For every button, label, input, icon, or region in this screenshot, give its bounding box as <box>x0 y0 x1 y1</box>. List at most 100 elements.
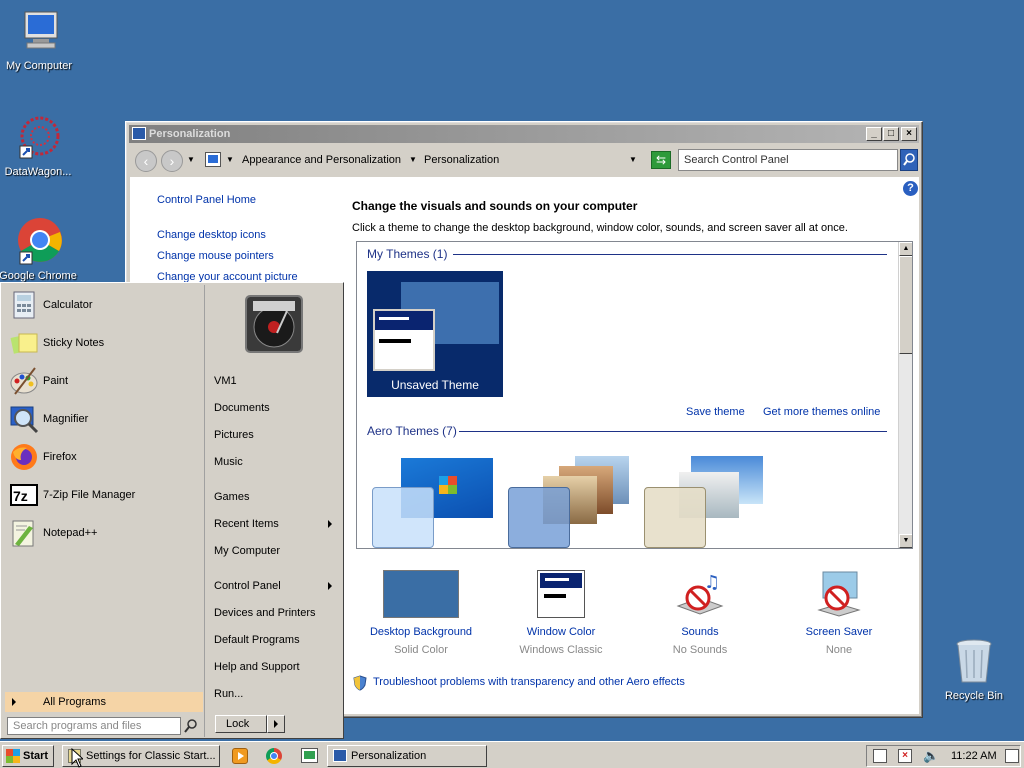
quick-launch-chrome-icon[interactable] <box>266 748 282 764</box>
scroll-down-button[interactable]: ▼ <box>899 534 912 548</box>
maximize-button[interactable]: □ <box>883 127 899 141</box>
sidebar-link-mouse-pointers[interactable]: Change mouse pointers <box>157 250 274 262</box>
task-settings-classic-start[interactable]: Settings for Classic Start... <box>62 745 220 767</box>
start-menu-places: VM1 Documents Pictures Music Games Recen… <box>207 285 343 737</box>
submenu-arrow-icon <box>328 582 332 590</box>
places-games[interactable]: Games <box>214 491 338 503</box>
control-panel-icon <box>132 127 146 140</box>
7zip-icon: 7z <box>9 480 39 510</box>
volume-tray-icon[interactable]: 🔈 <box>923 748 939 764</box>
window-titlebar[interactable]: Personalization _ □ × <box>129 125 919 143</box>
scroll-up-button[interactable]: ▲ <box>899 242 912 256</box>
places-recent-items[interactable]: Recent Items <box>214 518 338 530</box>
notification-tray-icon[interactable] <box>1005 749 1019 763</box>
desktop-icon-google-chrome[interactable]: Google Chrome <box>0 218 83 282</box>
lock-options-button[interactable] <box>267 715 285 733</box>
theme-unsaved[interactable]: Unsaved Theme <box>367 271 503 397</box>
sidebar-link-desktop-icons[interactable]: Change desktop icons <box>157 229 266 241</box>
shield-icon <box>352 675 368 694</box>
places-documents[interactable]: Documents <box>214 402 338 414</box>
program-label: Sticky Notes <box>43 337 105 349</box>
window-title: Personalization <box>149 128 231 140</box>
address-dropdown-icon[interactable]: ▼ <box>629 155 637 164</box>
program-firefox[interactable]: Firefox <box>7 439 203 475</box>
theme-aero-windows7[interactable] <box>371 452 497 548</box>
screen-saver-title[interactable]: Screen Saver <box>779 626 899 638</box>
recycle-bin-icon <box>950 638 998 686</box>
places-run[interactable]: Run... <box>214 688 338 700</box>
desktop-icon-recycle-bin[interactable]: Recycle Bin <box>929 638 1019 702</box>
scroll-thumb[interactable] <box>899 256 912 354</box>
search-input[interactable]: Search Control Panel <box>678 149 898 171</box>
program-sticky-notes[interactable]: Sticky Notes <box>7 325 203 361</box>
start-search-input[interactable]: Search programs and files <box>7 717 181 735</box>
places-my-computer[interactable]: My Computer <box>214 545 338 557</box>
get-more-themes-link[interactable]: Get more themes online <box>763 406 880 418</box>
address-field[interactable]: ▼ Appearance and Personalization ▼ Perso… <box>201 149 643 171</box>
places-default-programs[interactable]: Default Programs <box>214 634 338 646</box>
help-icon[interactable]: ? <box>903 181 918 196</box>
sounds-title[interactable]: Sounds <box>640 626 760 638</box>
theme-aero-architecture[interactable] <box>507 452 633 548</box>
close-button[interactable]: × <box>901 127 917 141</box>
breadcrumb-personalization[interactable]: Personalization <box>424 154 499 166</box>
sticky-notes-icon <box>9 328 39 358</box>
notepad-plus-plus-icon <box>9 518 39 548</box>
start-label: Start <box>23 750 49 762</box>
desktop-background-item[interactable]: Desktop Background Solid Color <box>361 570 481 656</box>
main-heading: Change the visuals and sounds on your co… <box>352 199 638 213</box>
themes-scrollbar[interactable]: ▲ ▼ <box>898 242 912 548</box>
breadcrumb-chevron-icon[interactable]: ▼ <box>226 155 234 164</box>
back-button[interactable]: ‹ <box>135 150 157 172</box>
user-avatar[interactable] <box>245 295 303 353</box>
search-icon[interactable] <box>900 149 918 171</box>
task-personalization[interactable]: Personalization <box>327 745 487 767</box>
desktop-icon-datawagon[interactable]: DataWagon... <box>0 114 83 178</box>
paint-icon <box>9 366 39 396</box>
theme-unsaved-label: Unsaved Theme <box>391 378 479 392</box>
places-pictures[interactable]: Pictures <box>214 429 338 441</box>
places-control-panel[interactable]: Control Panel <box>214 580 338 592</box>
theme-aero-nature[interactable] <box>643 452 769 548</box>
program-label: Calculator <box>43 299 93 311</box>
recent-pages-chevron-icon[interactable]: ▼ <box>187 155 195 164</box>
security-tray-icon[interactable]: × <box>898 749 912 763</box>
minimize-button[interactable]: _ <box>866 127 882 141</box>
all-programs-arrow-icon <box>12 698 16 706</box>
places-help-support[interactable]: Help and Support <box>214 661 338 673</box>
computer-icon <box>15 8 63 56</box>
desktop-icon-my-computer[interactable]: My Computer <box>0 8 84 72</box>
places-devices-printers[interactable]: Devices and Printers <box>214 607 338 619</box>
network-tray-icon[interactable] <box>873 749 887 763</box>
program-7zip[interactable]: 7z 7-Zip File Manager <box>7 477 203 513</box>
program-magnifier[interactable]: Magnifier <box>7 401 203 437</box>
refresh-button[interactable]: ⇆ <box>651 151 671 169</box>
window-color-title[interactable]: Window Color <box>501 626 621 638</box>
start-search-icon[interactable] <box>183 718 199 737</box>
sidebar-control-panel-home[interactable]: Control Panel Home <box>157 194 256 206</box>
breadcrumb-appearance[interactable]: Appearance and Personalization <box>242 154 401 166</box>
save-theme-link[interactable]: Save theme <box>686 406 745 418</box>
program-notepad-plus-plus[interactable]: Notepad++ <box>7 515 203 551</box>
lock-button[interactable]: Lock <box>215 715 267 733</box>
program-paint[interactable]: Paint <box>7 363 203 399</box>
quick-launch-show-desktop-icon[interactable] <box>301 748 318 763</box>
breadcrumb-chevron-icon[interactable]: ▼ <box>409 155 417 164</box>
tray-clock[interactable]: 11:22 AM <box>951 750 997 762</box>
places-vm1[interactable]: VM1 <box>214 375 338 387</box>
places-music[interactable]: Music <box>214 456 338 468</box>
quick-launch-media-player-icon[interactable] <box>232 748 248 764</box>
address-bar-row: ‹ › ▼ ▼ Appearance and Personalization ▼… <box>131 147 919 175</box>
desktop-icon-label: DataWagon... <box>4 166 72 178</box>
sounds-item[interactable]: ♫ Sounds No Sounds <box>640 570 760 656</box>
program-calculator[interactable]: Calculator <box>7 287 203 323</box>
screen-saver-item[interactable]: Screen Saver None <box>779 570 899 656</box>
all-programs-button[interactable]: All Programs <box>5 692 203 712</box>
task-label: Settings for Classic Start... <box>86 750 216 762</box>
forward-button[interactable]: › <box>161 150 183 172</box>
main-subheading: Click a theme to change the desktop back… <box>352 222 848 234</box>
window-color-item[interactable]: Window Color Windows Classic <box>501 570 621 656</box>
desktop-background-title[interactable]: Desktop Background <box>361 626 481 638</box>
start-button[interactable]: Start <box>2 745 54 767</box>
troubleshoot-aero-link[interactable]: Troubleshoot problems with transparency … <box>373 676 685 688</box>
